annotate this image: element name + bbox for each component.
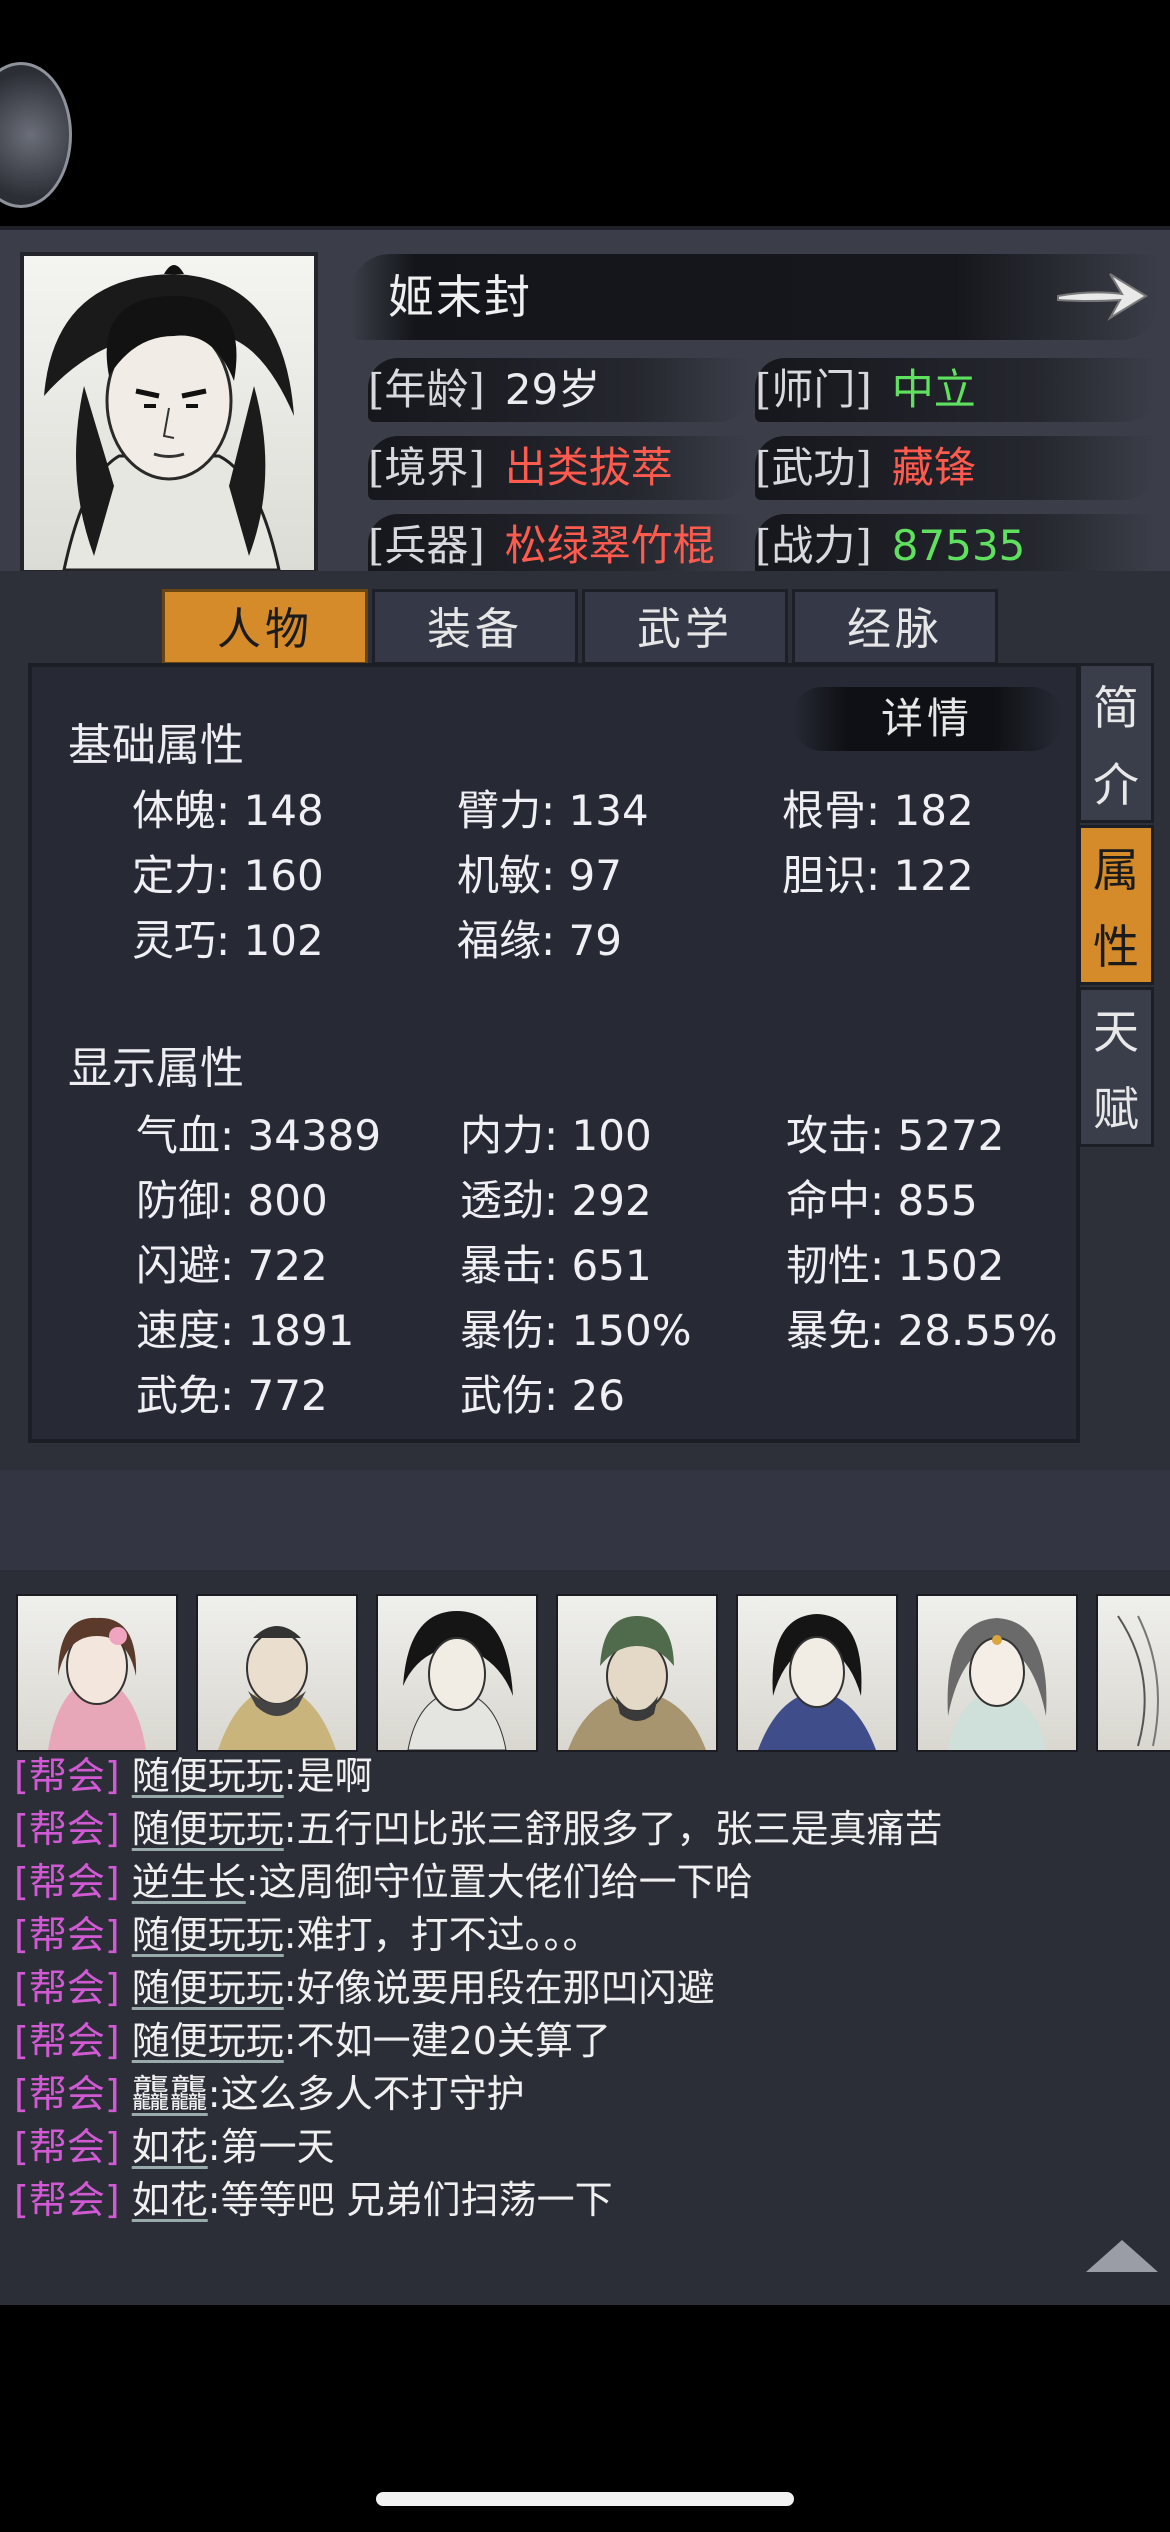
chat-username[interactable]: 随便玩玩 — [132, 2019, 284, 2063]
companion-avatar[interactable] — [376, 1594, 538, 1752]
chat-message: [帮会] 随便玩玩:不如一建20关算了 — [14, 2019, 611, 2063]
character-name: 姬末封 — [388, 270, 532, 324]
chat-message: [帮会] 逆生长:这周御守位置大佬们给一下哈 — [14, 1860, 753, 1904]
stat-item: 武免: 772 — [136, 1371, 328, 1420]
stats-box: 基础属性 详情 体魄: 148 臂力: 134 根骨: 182 定力: 160 … — [28, 663, 1080, 1443]
stat-item: 透劲: 292 — [460, 1176, 652, 1225]
chat-area: [帮会] 随便玩玩:是啊 [帮会] 随便玩玩:五行凹比张三舒服多了，张三是真痛苦… — [0, 1570, 1170, 2305]
tab-character[interactable]: 人物 — [162, 589, 368, 665]
companion-avatar[interactable] — [736, 1594, 898, 1752]
stat-item: 福缘: 79 — [457, 916, 622, 965]
companion-avatar[interactable] — [16, 1594, 178, 1752]
basic-attributes-title: 基础属性 — [68, 720, 244, 771]
tab-martial-arts[interactable]: 武学 — [582, 589, 788, 665]
character-header: 姬末封 [年龄] 29岁 [师门] 中立 [境界] 出类拔萃 [武功] 藏锋 [兵器] 松… — [0, 226, 1170, 578]
stat-item: 体魄: 148 — [132, 786, 324, 835]
chat-message: [帮会] 龘龘:这么多人不打守护 — [14, 2072, 525, 2116]
stat-item: 防御: 800 — [136, 1176, 328, 1225]
display-attributes-title: 显示属性 — [68, 1043, 244, 1094]
menu-corner-button[interactable] — [0, 62, 72, 208]
companion-avatar[interactable] — [196, 1594, 358, 1752]
side-tab-talent[interactable]: 天 赋 — [1078, 987, 1154, 1147]
side-tab-attributes[interactable]: 属 性 — [1078, 825, 1154, 985]
chat-message: [帮会] 随便玩玩:难打，打不过。。。 — [14, 1913, 601, 1957]
chat-log: [帮会] 随便玩玩:是啊 [帮会] 随便玩玩:五行凹比张三舒服多了，张三是真痛苦… — [14, 1750, 943, 2227]
stat-item: 速度: 1891 — [136, 1306, 355, 1355]
chat-username[interactable]: 随便玩玩 — [132, 1807, 284, 1851]
info-realm: [境界] 出类拔萃 — [368, 436, 748, 500]
chat-message: [帮会] 随便玩玩:五行凹比张三舒服多了，张三是真痛苦 — [14, 1807, 943, 1851]
chat-username[interactable]: 随便玩玩 — [132, 1754, 284, 1798]
panel-footer — [0, 1470, 1170, 1570]
info-age: [年龄] 29岁 — [368, 358, 748, 422]
stat-item: 定力: 160 — [132, 851, 324, 900]
info-weapon: [兵器] 松绿翠竹棍 — [368, 514, 748, 578]
companion-avatar[interactable] — [1096, 1594, 1170, 1752]
tab-meridians[interactable]: 经脉 — [792, 589, 998, 665]
details-button[interactable]: 详情 — [792, 687, 1062, 751]
chat-username[interactable]: 随便玩玩 — [132, 1966, 284, 2010]
side-tab-intro[interactable]: 简 介 — [1078, 663, 1154, 823]
chat-message: [帮会] 随便玩玩:是啊 — [14, 1754, 373, 1798]
chat-username[interactable]: 逆生长 — [132, 1860, 246, 1904]
expand-up-icon[interactable] — [1086, 2240, 1158, 2272]
info-power: [战力] 87535 — [755, 514, 1155, 578]
stat-item: 机敏: 97 — [457, 851, 622, 900]
stat-item: 内力: 100 — [460, 1111, 652, 1160]
chat-message: [帮会] 如花:第一天 — [14, 2125, 335, 2169]
stat-item: 闪避: 722 — [136, 1241, 328, 1290]
stat-item: 命中: 855 — [786, 1176, 978, 1225]
character-portrait — [20, 252, 318, 574]
side-tabs: 简 介 属 性 天 赋 — [1078, 663, 1158, 1149]
chat-username[interactable]: 如花 — [132, 2178, 208, 2222]
attribute-panel: 人物 装备 武学 经脉 基础属性 详情 体魄: 148 臂力: 134 根骨: … — [0, 571, 1170, 1570]
chat-username[interactable]: 随便玩玩 — [132, 1913, 284, 1957]
stat-item: 韧性: 1502 — [786, 1241, 1005, 1290]
stat-item: 暴伤: 150% — [460, 1306, 692, 1355]
stat-item: 灵巧: 102 — [132, 916, 324, 965]
companion-avatar[interactable] — [916, 1594, 1078, 1752]
chat-username[interactable]: 如花 — [132, 2125, 208, 2169]
chat-message: [帮会] 随便玩玩:好像说要用段在那凹闪避 — [14, 1966, 715, 2010]
chat-message: [帮会] 如花:等等吧 兄弟们扫荡一下 — [14, 2178, 613, 2222]
stat-item: 气血: 34389 — [136, 1111, 382, 1160]
info-sect: [师门] 中立 — [755, 358, 1155, 422]
stat-item: 臂力: 134 — [457, 786, 649, 835]
companion-avatar[interactable] — [556, 1594, 718, 1752]
stat-item: 胆识: 122 — [782, 851, 974, 900]
chat-username[interactable]: 龘龘 — [132, 2072, 208, 2116]
stat-item: 根骨: 182 — [782, 786, 974, 835]
stat-item: 武伤: 26 — [460, 1371, 625, 1420]
arrow-right-icon[interactable] — [1052, 260, 1152, 330]
stat-item: 暴免: 28.55% — [786, 1306, 1058, 1355]
stat-item: 暴击: 651 — [460, 1241, 652, 1290]
home-indicator[interactable] — [376, 2492, 794, 2506]
companion-avatars — [16, 1594, 1170, 1752]
tab-equipment[interactable]: 装备 — [372, 589, 578, 665]
info-martial: [武功] 藏锋 — [755, 436, 1155, 500]
stat-item: 攻击: 5272 — [786, 1111, 1005, 1160]
